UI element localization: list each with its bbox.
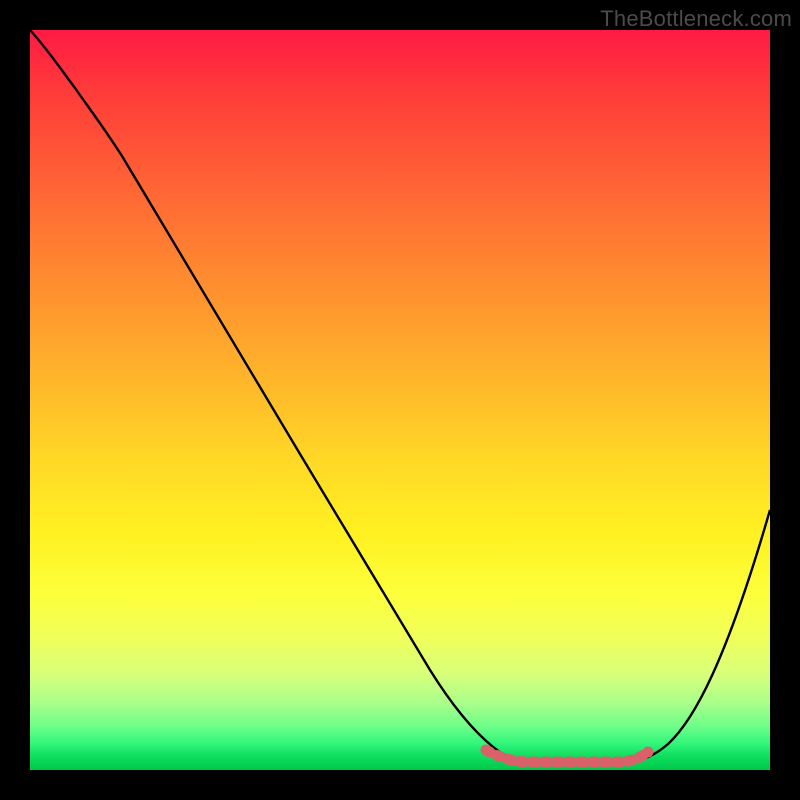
chart-svg [30, 30, 770, 770]
optimal-range-marker [486, 750, 648, 762]
bottleneck-curve [30, 30, 770, 762]
chart-frame: TheBottleneck.com [0, 0, 800, 800]
watermark-text: TheBottleneck.com [600, 6, 792, 32]
optimal-range-end-dot [643, 747, 654, 758]
